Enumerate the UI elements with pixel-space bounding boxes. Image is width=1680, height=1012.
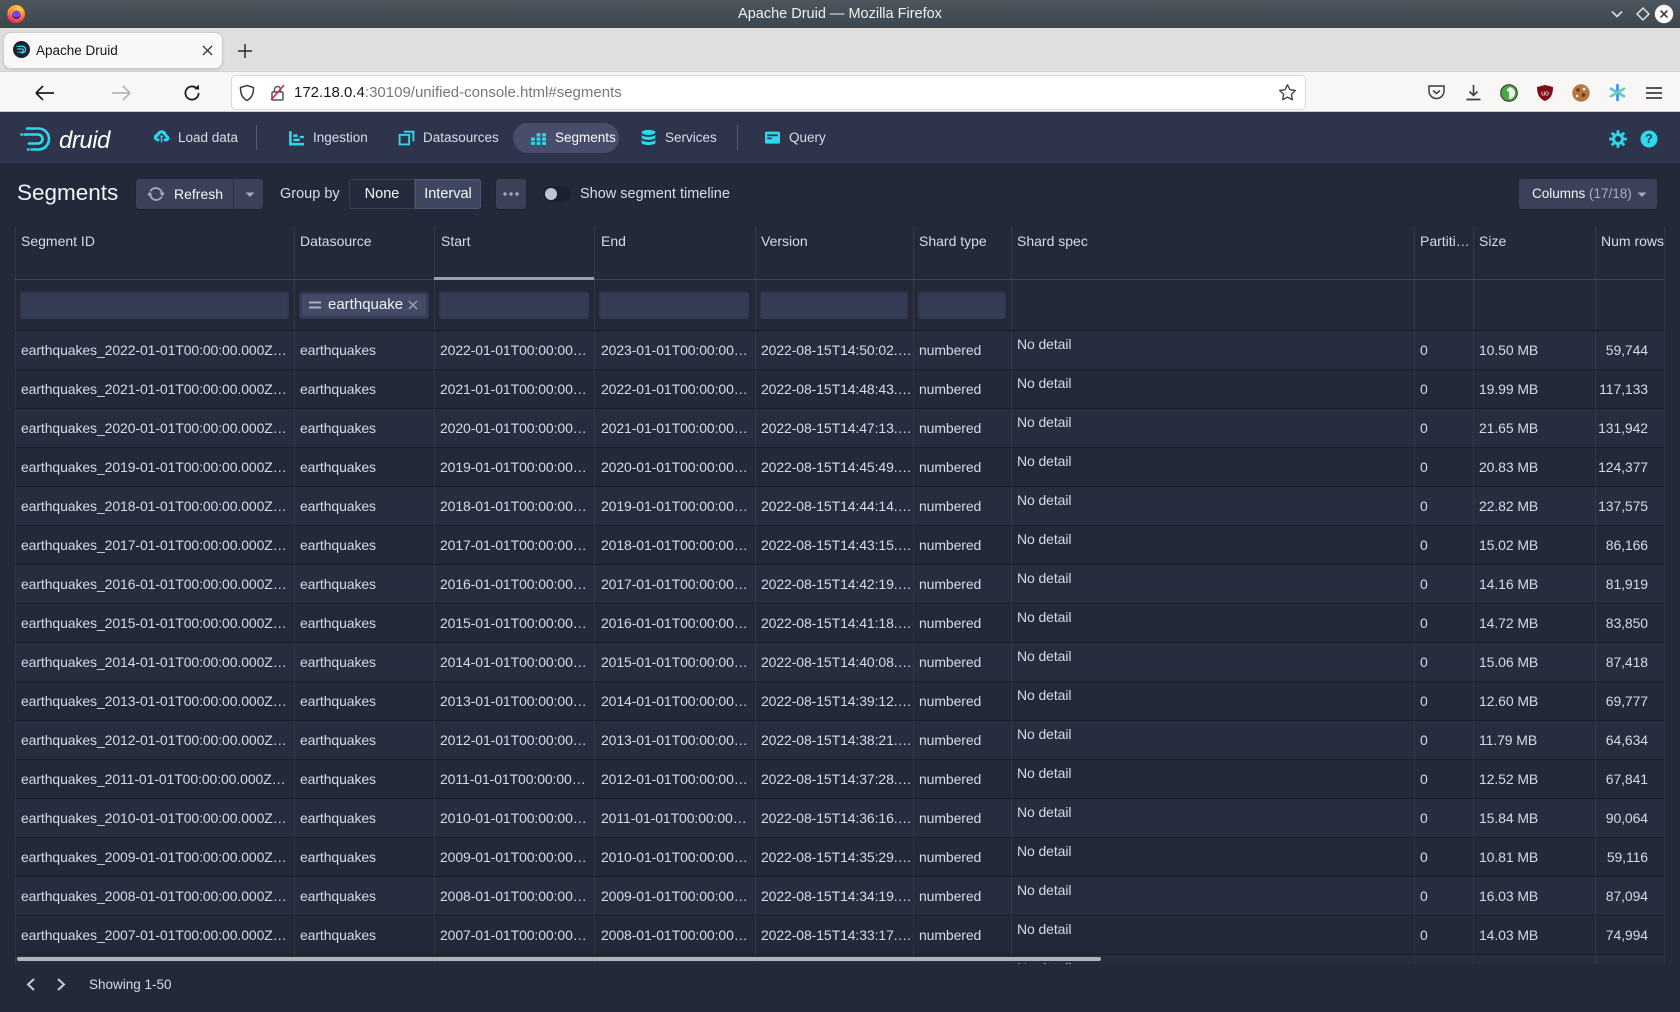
svg-text:?: ? (1645, 132, 1653, 146)
svg-text:uo: uo (1541, 91, 1549, 98)
